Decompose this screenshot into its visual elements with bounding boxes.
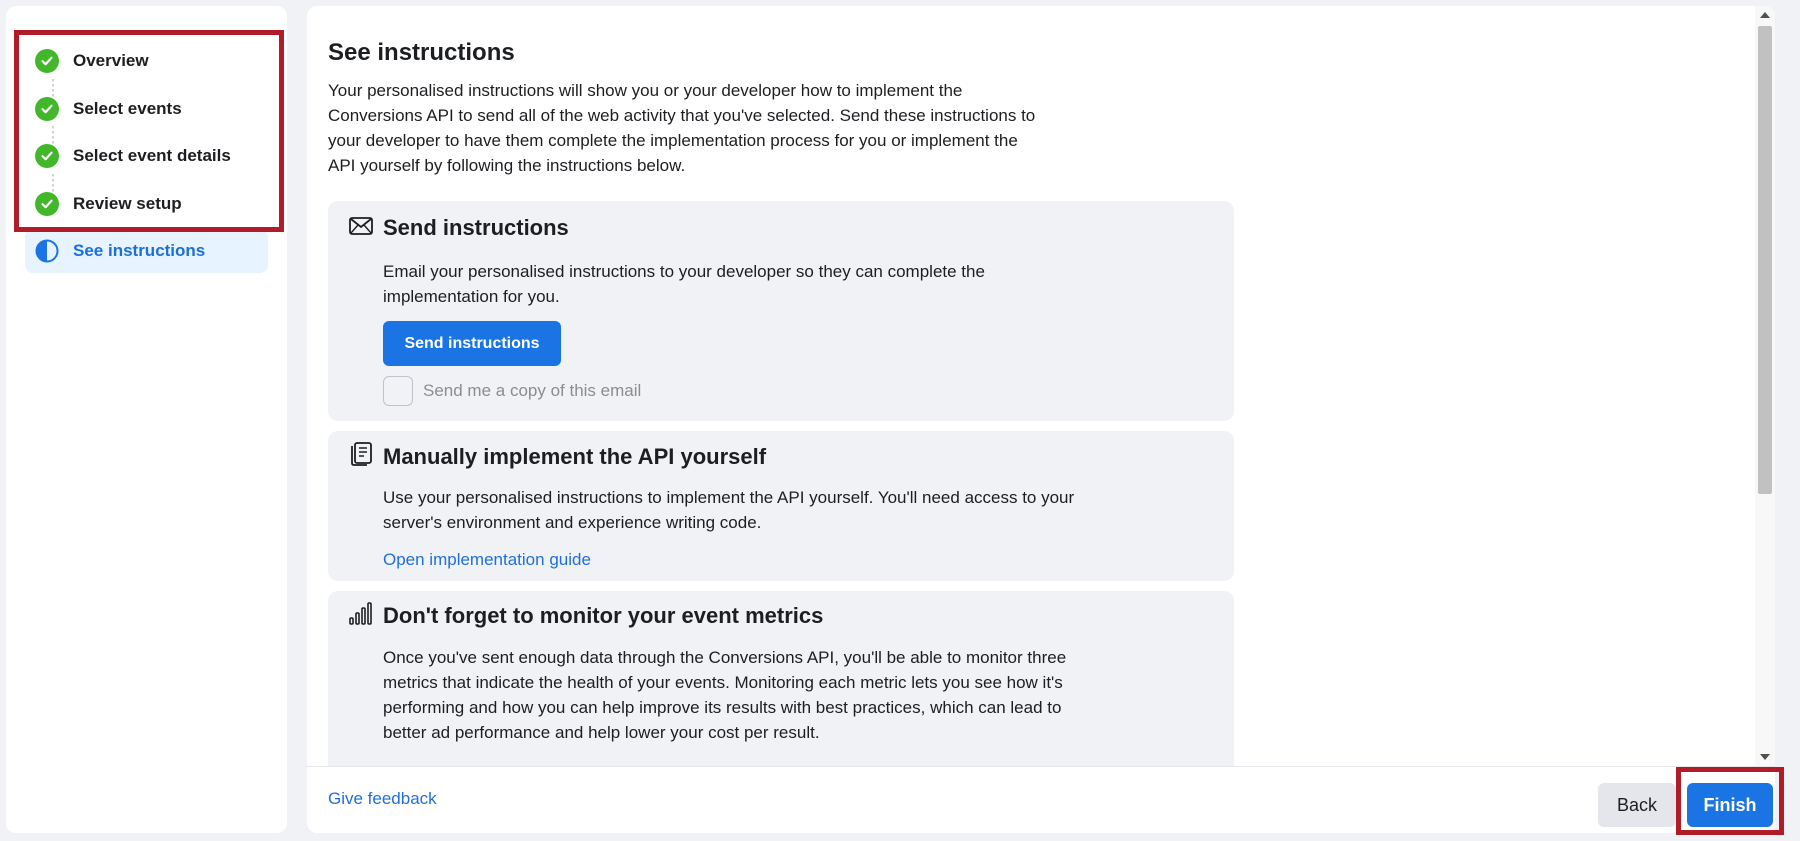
check-circle-icon [35,49,59,73]
copy-email-checkbox[interactable] [383,376,413,406]
checkbox-label: Send me a copy of this email [423,381,642,400]
card-body: Email your personalised instructions to … [383,262,985,306]
card-title: Don't forget to monitor your event metri… [383,603,824,628]
check-circle-icon [35,144,59,168]
footer-bar: Give feedback Back Finish [307,766,1775,833]
scroll-thumb[interactable] [1758,26,1772,494]
step-see-instructions[interactable]: See instructions [25,229,268,273]
main-scroll-area[interactable]: See instructions Your personalised instr… [307,6,1775,766]
card-title: Manually implement the API yourself [383,444,767,469]
step-label: See instructions [73,241,206,260]
document-icon [348,441,374,467]
event-metrics-card: Don't forget to monitor your event metri… [328,591,1234,766]
step-select-event-details[interactable]: Select event details [25,134,268,178]
manual-implementation-card: Manually implement the API yourself Use … [328,431,1234,581]
card-title: Send instructions [383,215,569,240]
give-feedback-link[interactable]: Give feedback [328,789,437,809]
envelope-icon [348,213,374,239]
page-title: See instructions [328,39,515,66]
steps-sidebar: Overview Select events Select event deta… [6,6,287,833]
step-overview[interactable]: Overview [25,39,268,83]
back-button[interactable]: Back [1598,783,1676,827]
check-circle-icon [35,192,59,216]
bar-chart-icon [348,601,374,627]
scroll-up-arrow-icon[interactable] [1760,12,1770,18]
check-circle-icon [35,97,59,121]
copy-email-checkbox-row[interactable]: Send me a copy of this email [383,376,641,406]
implementation-guide-link[interactable]: Open implementation guide [383,547,591,572]
step-label: Select event details [73,146,231,165]
vertical-scrollbar[interactable] [1755,6,1775,766]
half-circle-progress-icon [35,239,59,263]
scroll-down-arrow-icon[interactable] [1760,754,1770,760]
card-body: Once you've sent enough data through the… [383,648,1067,742]
card-body: Use your personalised instructions to im… [383,488,1075,532]
intro-text: Your personalised instructions will show… [328,81,1036,175]
step-label: Select events [73,99,182,118]
send-instructions-card: Send instructions Email your personalise… [328,201,1234,421]
main-panel: See instructions Your personalised instr… [307,6,1775,833]
step-review-setup[interactable]: Review setup [25,182,268,226]
step-label: Overview [73,51,149,70]
send-instructions-button[interactable]: Send instructions [383,321,561,366]
finish-button[interactable]: Finish [1687,783,1773,827]
step-label: Review setup [73,194,182,213]
step-select-events[interactable]: Select events [25,87,268,131]
